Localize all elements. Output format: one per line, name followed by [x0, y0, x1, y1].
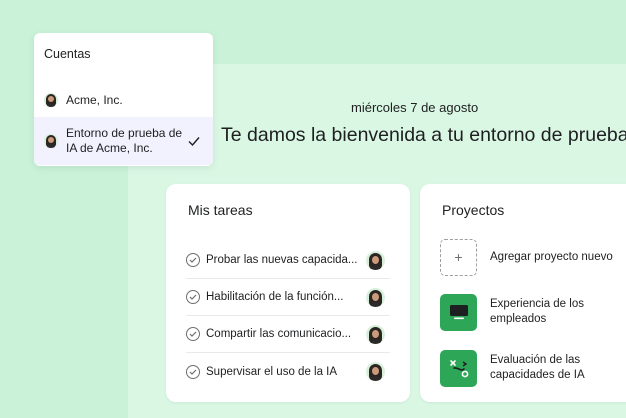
plus-icon[interactable]: +: [440, 238, 477, 276]
task-row[interactable]: Compartir las comunicacio...: [186, 316, 390, 353]
check-circle-icon[interactable]: [186, 327, 200, 341]
account-label: Acme, Inc.: [66, 92, 123, 107]
avatar: [44, 134, 58, 148]
task-label: Compartir las comunicacio...: [206, 328, 352, 340]
avatar: [366, 287, 385, 307]
monitor-icon: [440, 293, 477, 331]
task-row[interactable]: Habilitación de la función...: [186, 279, 390, 316]
tasks-card: Mis tareas Probar las nuevas capacida...…: [166, 184, 410, 402]
date-label: miércoles 7 de agosto: [351, 100, 479, 115]
avatar: [366, 324, 385, 344]
tasks-card-title[interactable]: Mis tareas: [188, 202, 253, 218]
task-row[interactable]: Supervisar el uso de la IA: [186, 353, 390, 390]
avatar: [366, 250, 385, 270]
account-label: Entorno de prueba de IA de Acme, Inc.: [66, 126, 183, 155]
account-item-acme[interactable]: Acme, Inc.: [34, 86, 213, 114]
avatar: [366, 362, 385, 381]
project-label: Experiencia de los empleados: [490, 298, 584, 325]
checkmark-icon: [187, 134, 201, 153]
accounts-dropdown-title: Cuentas: [44, 47, 91, 61]
project-item[interactable]: Evaluación de las capacidades de IA: [440, 349, 626, 387]
task-label: Supervisar el uso de la IA: [206, 365, 338, 378]
project-label: Agregar proyecto nuevo: [490, 250, 613, 263]
account-item-sandbox[interactable]: Entorno de prueba de IA de Acme, Inc.: [34, 117, 213, 165]
projects-card-title[interactable]: Proyectos: [442, 202, 504, 218]
task-label: Probar las nuevas capacida...: [206, 254, 358, 266]
project-label: Evaluación de las capacidades de IA: [490, 354, 585, 381]
check-circle-icon[interactable]: [186, 290, 200, 304]
add-project-button[interactable]: + Agregar proyecto nuevo: [440, 238, 626, 276]
task-label: Habilitación de la función...: [206, 291, 344, 303]
check-circle-icon[interactable]: [186, 364, 200, 379]
check-circle-icon[interactable]: [186, 253, 200, 267]
project-item[interactable]: Experiencia de los empleados: [440, 293, 626, 331]
task-row[interactable]: Probar las nuevas capacida...: [186, 242, 390, 279]
avatar: [44, 93, 58, 107]
path-icon: [440, 349, 477, 387]
projects-card: Proyectos + Agregar proyecto nuevo Exper…: [420, 184, 626, 402]
welcome-heading: Te damos la bienvenida a tu entorno de p…: [221, 124, 626, 146]
accounts-dropdown: Cuentas Acme, Inc. Entorno de prueba de …: [34, 33, 213, 166]
